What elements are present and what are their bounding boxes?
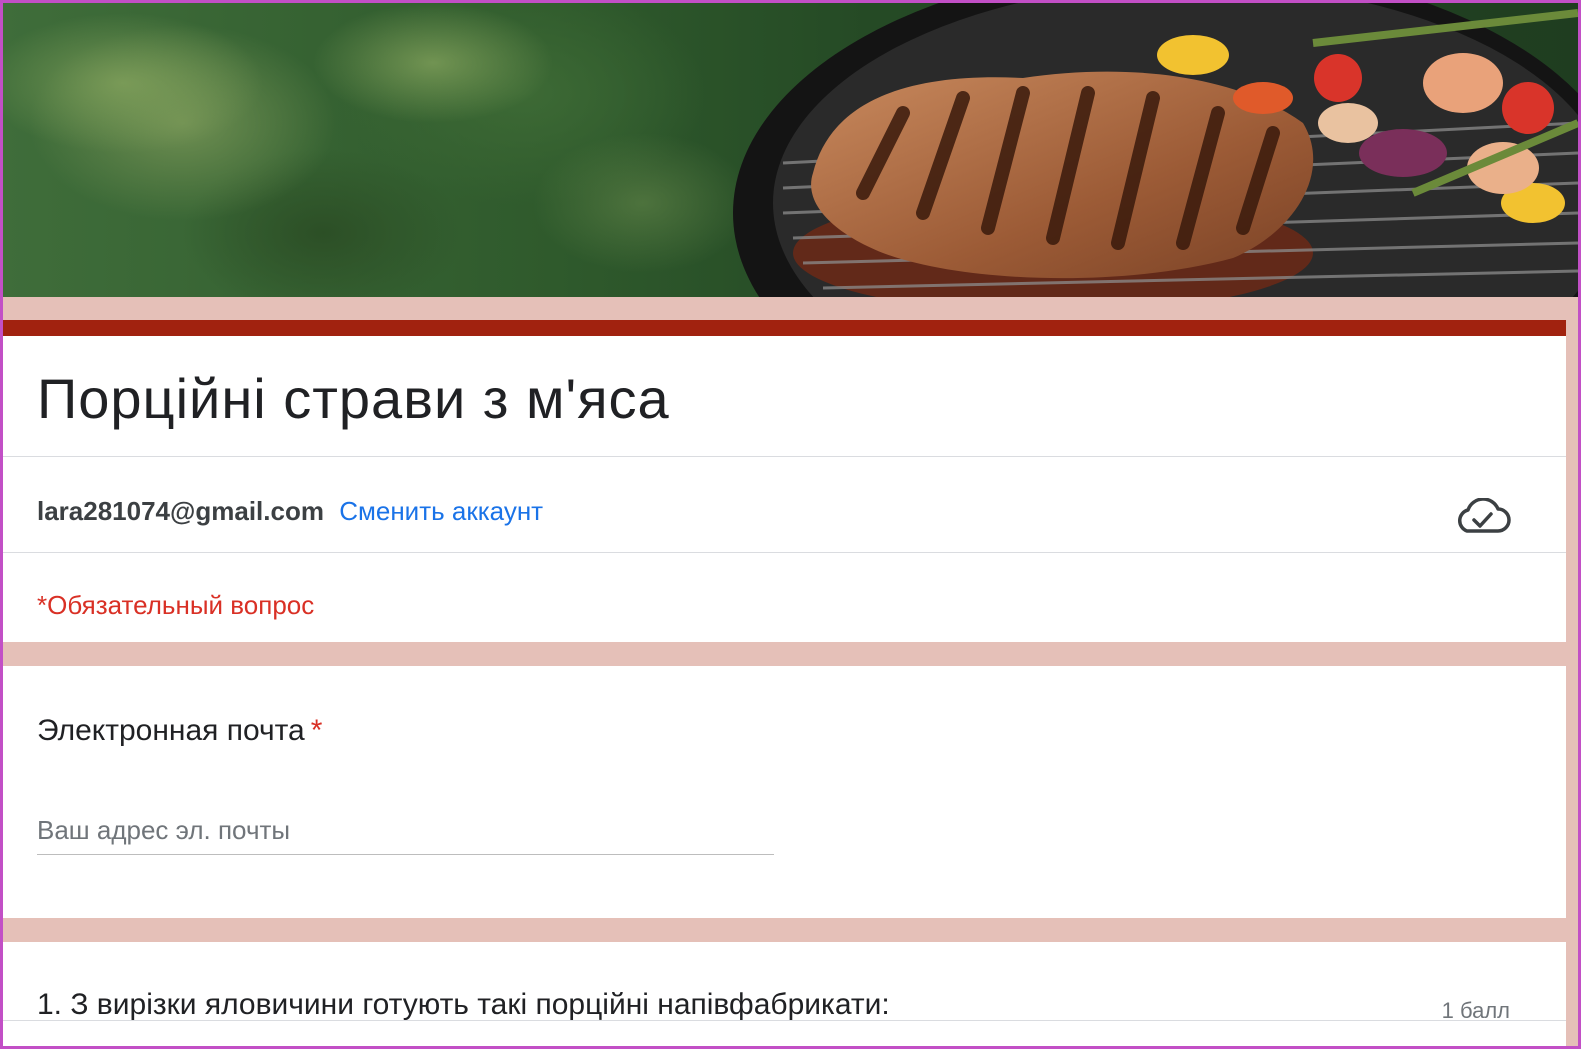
question-text: 1. З вирізки яловичини готують такі порц… [37,988,890,1021]
header-banner-image [3,3,1578,297]
switch-account-link[interactable]: Сменить аккаунт [339,496,543,526]
account-email: lara281074@gmail.com [37,496,324,526]
divider [3,552,1566,553]
required-asterisk: * [310,714,323,747]
email-question-text: Электронная почта [37,714,305,747]
cloud-check-icon [1458,498,1511,533]
divider [3,456,1566,457]
divider [3,1020,1566,1021]
form-title-card: Порційні страви з м'яса lara281074@gmail… [3,320,1566,642]
question-card: 1. З вирізки яловичини готують такі порц… [3,942,1566,1049]
account-row: lara281074@gmail.com Сменить аккаунт [37,496,543,527]
email-question-card: Электронная почта * [3,666,1566,918]
email-question-label: Электронная почта * [37,714,322,748]
email-input[interactable] [37,806,774,855]
form-title: Порційні страви з м'яса [37,367,670,430]
required-question-note: *Обязательный вопрос [37,590,315,620]
grill-steak-illustration [3,3,1578,297]
